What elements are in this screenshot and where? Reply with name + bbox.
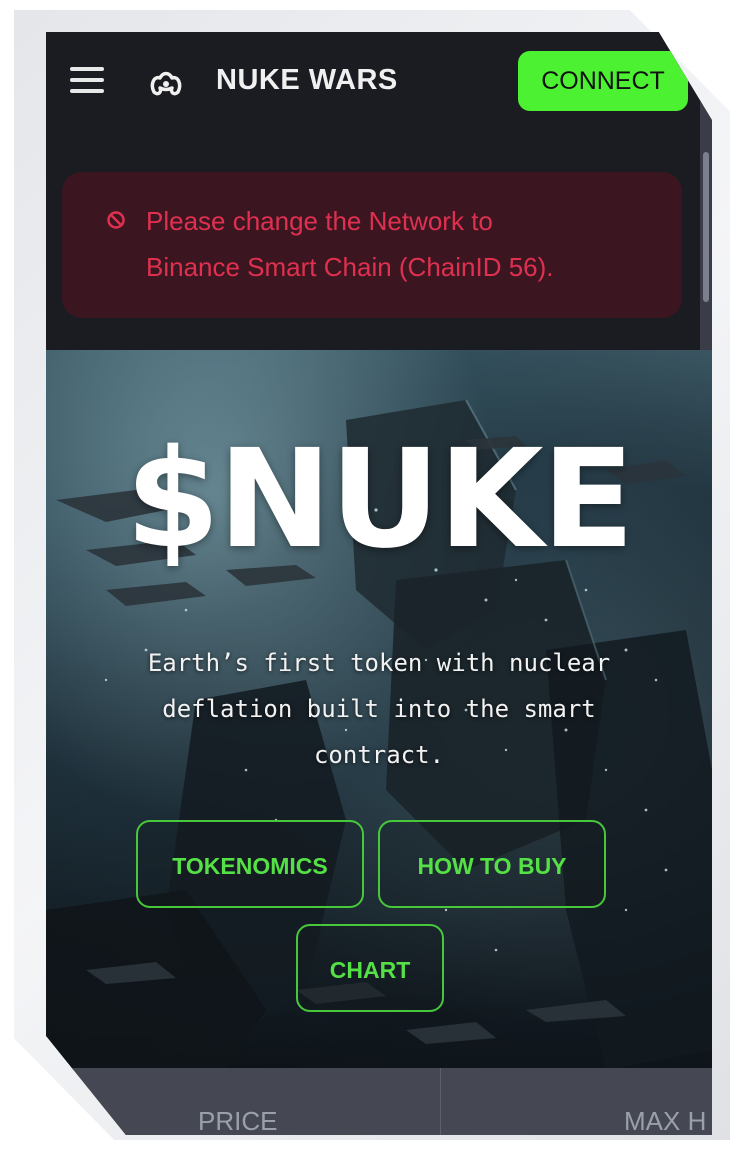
prohibited-icon (107, 211, 125, 229)
hero-subtitle-line-3: contract. (313, 741, 445, 769)
tokenomics-button[interactable]: TOKENOMICS (136, 820, 364, 908)
network-warning-alert: Please change the Network to Binance Sma… (62, 172, 682, 318)
hero-title: $NUKE (125, 421, 634, 579)
hero-subtitle: Earth’s first token with nuclear deflati… (86, 640, 672, 778)
token-stats-bar: PRICE MAX H (46, 1068, 712, 1135)
stats-divider (440, 1068, 441, 1135)
hero-section: $NUKE Earth’s first token with nuclear d… (46, 350, 712, 1070)
how-to-buy-button[interactable]: HOW TO BUY (378, 820, 606, 908)
hero-subtitle-line-2: deflation built into the smart (162, 695, 596, 723)
scrollbar-thumb[interactable] (703, 152, 709, 302)
alert-line-2: Binance Smart Chain (ChainID 56). (146, 252, 554, 282)
price-label: PRICE (198, 1106, 278, 1135)
top-navbar: NUKE WARS CONNECT (46, 32, 712, 132)
hero-subtitle-line-1: Earth’s first token with nuclear (147, 649, 611, 677)
brand-name[interactable]: NUKE WARS (216, 62, 398, 98)
max-holding-label: MAX H (624, 1106, 707, 1135)
chart-button[interactable]: CHART (296, 924, 444, 1012)
alert-line-1: Please change the Network to (146, 206, 493, 236)
hamburger-menu-icon[interactable] (70, 67, 104, 93)
connect-wallet-button[interactable]: CONNECT (518, 51, 688, 111)
nuke-wars-logo-icon[interactable] (146, 62, 186, 102)
alert-message: Please change the Network to Binance Sma… (146, 198, 666, 290)
device-frame: NUKE WARS CONNECT Please change the Netw… (0, 0, 738, 1149)
app-screen: NUKE WARS CONNECT Please change the Netw… (46, 32, 712, 1135)
